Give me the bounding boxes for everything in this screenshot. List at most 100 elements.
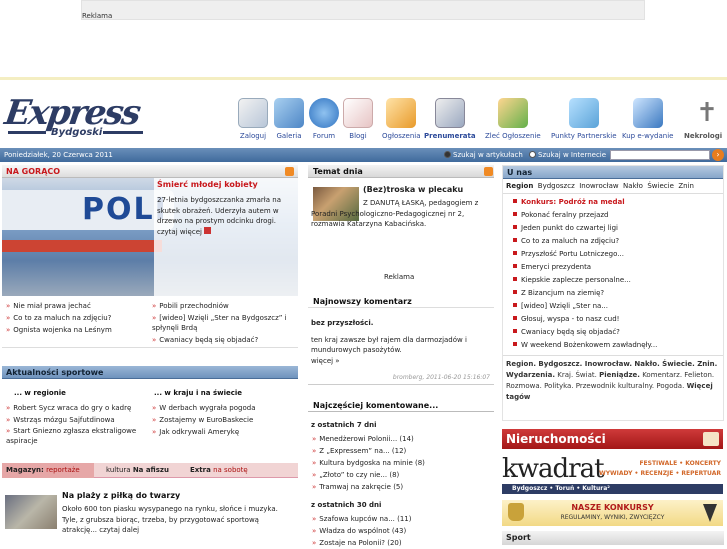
hot-link[interactable]: » Pobili przechodniów (152, 300, 297, 312)
hot-section: NA GORĄCO POLI Śmierć młodej kobiety 27-… (2, 165, 298, 348)
unas-item[interactable]: W weekend Bożenkowem zawładnęły... (513, 339, 723, 352)
site-logo[interactable]: Express Bydgoski (2, 93, 145, 143)
comment-more-link[interactable]: więcej » (311, 357, 340, 365)
tab-inowroclaw[interactable]: Inowrocław (579, 182, 618, 190)
tab-extra[interactable]: Extra na sobotę (190, 463, 248, 478)
search-go-button[interactable]: › (712, 149, 724, 161)
rss-icon[interactable] (484, 167, 493, 176)
hot-caption-panel: Śmierć młodej kobiety 27-letnia bydgoszc… (154, 178, 298, 296)
kwadrat-footer: Bydgoszcz • Toruń • Kultura² (502, 484, 723, 494)
hot-text: 27-letnia bydgoszczanka zmarła na skutek… (157, 196, 281, 236)
unas-item[interactable]: Cwaniacy będą się objadać? (513, 326, 723, 339)
unas-item[interactable]: Z Bizancjum na ziemię? (513, 287, 723, 300)
hot-headline[interactable]: Śmierć młodej kobiety (157, 180, 298, 189)
magazine-thumbnail[interactable] (5, 495, 57, 529)
hot-more-link[interactable]: czytaj więcej (157, 228, 202, 236)
current-date: Poniedziałek, 20 Czerwca 2011 (4, 151, 113, 159)
nav-zaloguj[interactable]: Zaloguj (238, 98, 268, 140)
sport-link[interactable]: » Wstrząs mózgu Sajfutdinowa (6, 414, 148, 426)
magazine-headline[interactable]: Na plaży z piłką do twarzy (62, 491, 180, 500)
hot-link[interactable]: » Ognista wojenka na Leśnym (6, 324, 146, 336)
konkursy-banner[interactable]: NASZE KONKURSY REGULAMINY, WYNIKI, ZWYCI… (502, 500, 723, 526)
nav-kup-e-wydanie[interactable]: Kup e-wydanie (622, 98, 673, 140)
nav-zlec-ogloszenie[interactable]: Zleć Ogłoszenie (485, 98, 541, 140)
tab-region[interactable]: Region (506, 182, 533, 190)
hot-image[interactable]: POLI Śmierć młodej kobiety 27-letnia byd… (2, 178, 298, 296)
tab-naklo[interactable]: Nakło (623, 182, 643, 190)
nav-label: Nekrologi (684, 132, 723, 140)
tab-na-afiszu[interactable]: kultura Na afiszu (106, 463, 169, 478)
hot-links: » Nie miał prawa jechać » Co to za maluch … (2, 296, 298, 348)
nav-label: Zaloguj (239, 132, 267, 140)
most-item[interactable]: » Menedżerowi Polonii... (14) (312, 433, 492, 445)
hot-link[interactable]: » [wideo] Wzięli „Ster na Bydgoszcz” i sp… (152, 313, 297, 333)
nav-label: Zleć Ogłoszenie (485, 132, 541, 140)
sport-link[interactable]: » Start Gniezno zgłasza ekstraligowe aspi… (6, 426, 148, 446)
nav-label: Forum (312, 132, 336, 140)
most-item[interactable]: » Władza do wspólnot (43) (312, 525, 492, 537)
sport-link[interactable]: » Zostajemy w EuroBaskecie (152, 414, 297, 426)
tab-bydgoszcz[interactable]: Bydgoszcz (538, 182, 575, 190)
unas-item[interactable]: [wideo] Wzięli „Ster na... (513, 300, 723, 313)
unas-item[interactable]: Jeden punkt do czwartej ligi (513, 222, 723, 235)
nav-punkty-partnerskie[interactable]: Punkty Partnerskie (551, 98, 617, 140)
rss-icon[interactable] (285, 167, 294, 176)
magazine-tabs: Magazyn: reportaże kultura Na afiszu Ext… (2, 463, 298, 478)
unas-item[interactable]: Co to za maluch na zdjęciu? (513, 235, 723, 248)
nav-blogi[interactable]: Blogi (343, 98, 373, 140)
most-item[interactable]: » Szafowa kupców na... (11) (312, 513, 492, 525)
tag-cloud[interactable]: Region. Bydgoszcz. Inowrocław. Nakło. Św… (503, 355, 723, 406)
konkursy-sub: REGULAMINY, WYNIKI, ZWYCIĘZCY (560, 514, 665, 521)
comment-author: bromberg, 2011-06-20 15:16:07 (392, 374, 490, 381)
most-commented-header: Najczęściej komentowane... (308, 399, 494, 412)
nav-label: Ogłoszenia (382, 132, 421, 140)
subscription-icon (434, 98, 465, 128)
most-item[interactable]: » Zostaje na Polonii? (20) (312, 537, 492, 549)
unas-item[interactable]: Kiepskie zaplecze personalne... (513, 274, 723, 287)
tab-swiecie[interactable]: Świecie (647, 182, 674, 190)
tab-znin[interactable]: Znin (678, 182, 694, 190)
search-input[interactable] (610, 150, 710, 160)
nieruchomosci-banner[interactable]: Nieruchomości (502, 429, 723, 449)
sport-region-heading[interactable]: ... w regionie (14, 389, 66, 397)
most-item[interactable]: » Z „Expressem” na... (12) (312, 445, 492, 457)
unas-item[interactable]: Konkurs: Podróż na medal (513, 196, 723, 209)
unas-item[interactable]: Przyszłość Portu Lotniczego... (513, 248, 723, 261)
topic-headline[interactable]: (Bez)troska w plecaku (363, 185, 463, 194)
mid-ad-label[interactable]: Reklama (384, 273, 414, 281)
comment-heading[interactable]: bez przyszłości. (311, 319, 373, 327)
logo-underline (8, 131, 46, 134)
sport-link[interactable]: » W derbach wygrała pogoda (152, 402, 297, 414)
sport-box-header: Sport (502, 531, 724, 545)
most-item[interactable]: » Tramwaj na zakręcie (5) (312, 481, 492, 493)
nav-nekrologi[interactable]: ✝ Nekrologi (684, 98, 722, 140)
magazine-more-link[interactable]: czytaj dalej (99, 526, 139, 534)
ad-label: Reklama (82, 12, 113, 20)
unas-item[interactable]: Emeryci prezydenta (513, 261, 723, 274)
nav-prenumerata[interactable]: Prenumerata (424, 98, 476, 140)
unas-item[interactable]: Głosuj, wyspa - to nasz cud! (513, 313, 723, 326)
sport-world-heading[interactable]: ... w kraju i na świecie (154, 389, 242, 397)
sport-link[interactable]: » Robert Sycz wraca do gry o kadrę (6, 402, 148, 414)
nav-forum[interactable]: Forum (309, 98, 339, 140)
nav-ogloszenia[interactable]: Ogłoszenia (382, 98, 421, 140)
option-label: Szukaj w Internecie (538, 151, 607, 159)
most-commented-section: Najczęściej komentowane... z ostatnich 7… (308, 399, 494, 547)
top-ad-banner[interactable]: Reklama (81, 0, 645, 20)
search-internet-option[interactable]: Szukaj w Internecie (529, 148, 606, 162)
hot-link[interactable]: » Cwaniacy będą się objadać? (152, 334, 297, 346)
most-item[interactable]: » „Złoto” to czy nie... (8) (312, 469, 492, 481)
kwadrat-banner[interactable]: kwadrat FESTIWALE • KONCERTY WYWIADY • R… (502, 454, 723, 494)
hot-link[interactable]: » Nie miał prawa jechać (6, 300, 146, 312)
comment-section: Najnowszy komentarz bez przyszłości. ten… (308, 295, 494, 385)
sport-link[interactable]: » Jak odkrywali Amerykę (152, 426, 297, 438)
most-item[interactable]: » Kultura bydgoska na minie (8) (312, 457, 492, 469)
nav-label: Prenumerata (424, 132, 476, 140)
unas-item[interactable]: Pokonać feralny przejazd (513, 209, 723, 222)
sport-section: Aktualności sportowe ... w regionie ... … (2, 366, 298, 456)
tab-magazyn[interactable]: Magazyn: reportaże (2, 463, 94, 478)
nav-galeria[interactable]: Galeria (274, 98, 304, 140)
option-label: Szukaj w artykułach (453, 151, 523, 159)
search-articles-option[interactable]: Szukaj w artykułach (444, 148, 523, 162)
hot-link[interactable]: » Co to za maluch na zdjęciu? (6, 312, 146, 324)
